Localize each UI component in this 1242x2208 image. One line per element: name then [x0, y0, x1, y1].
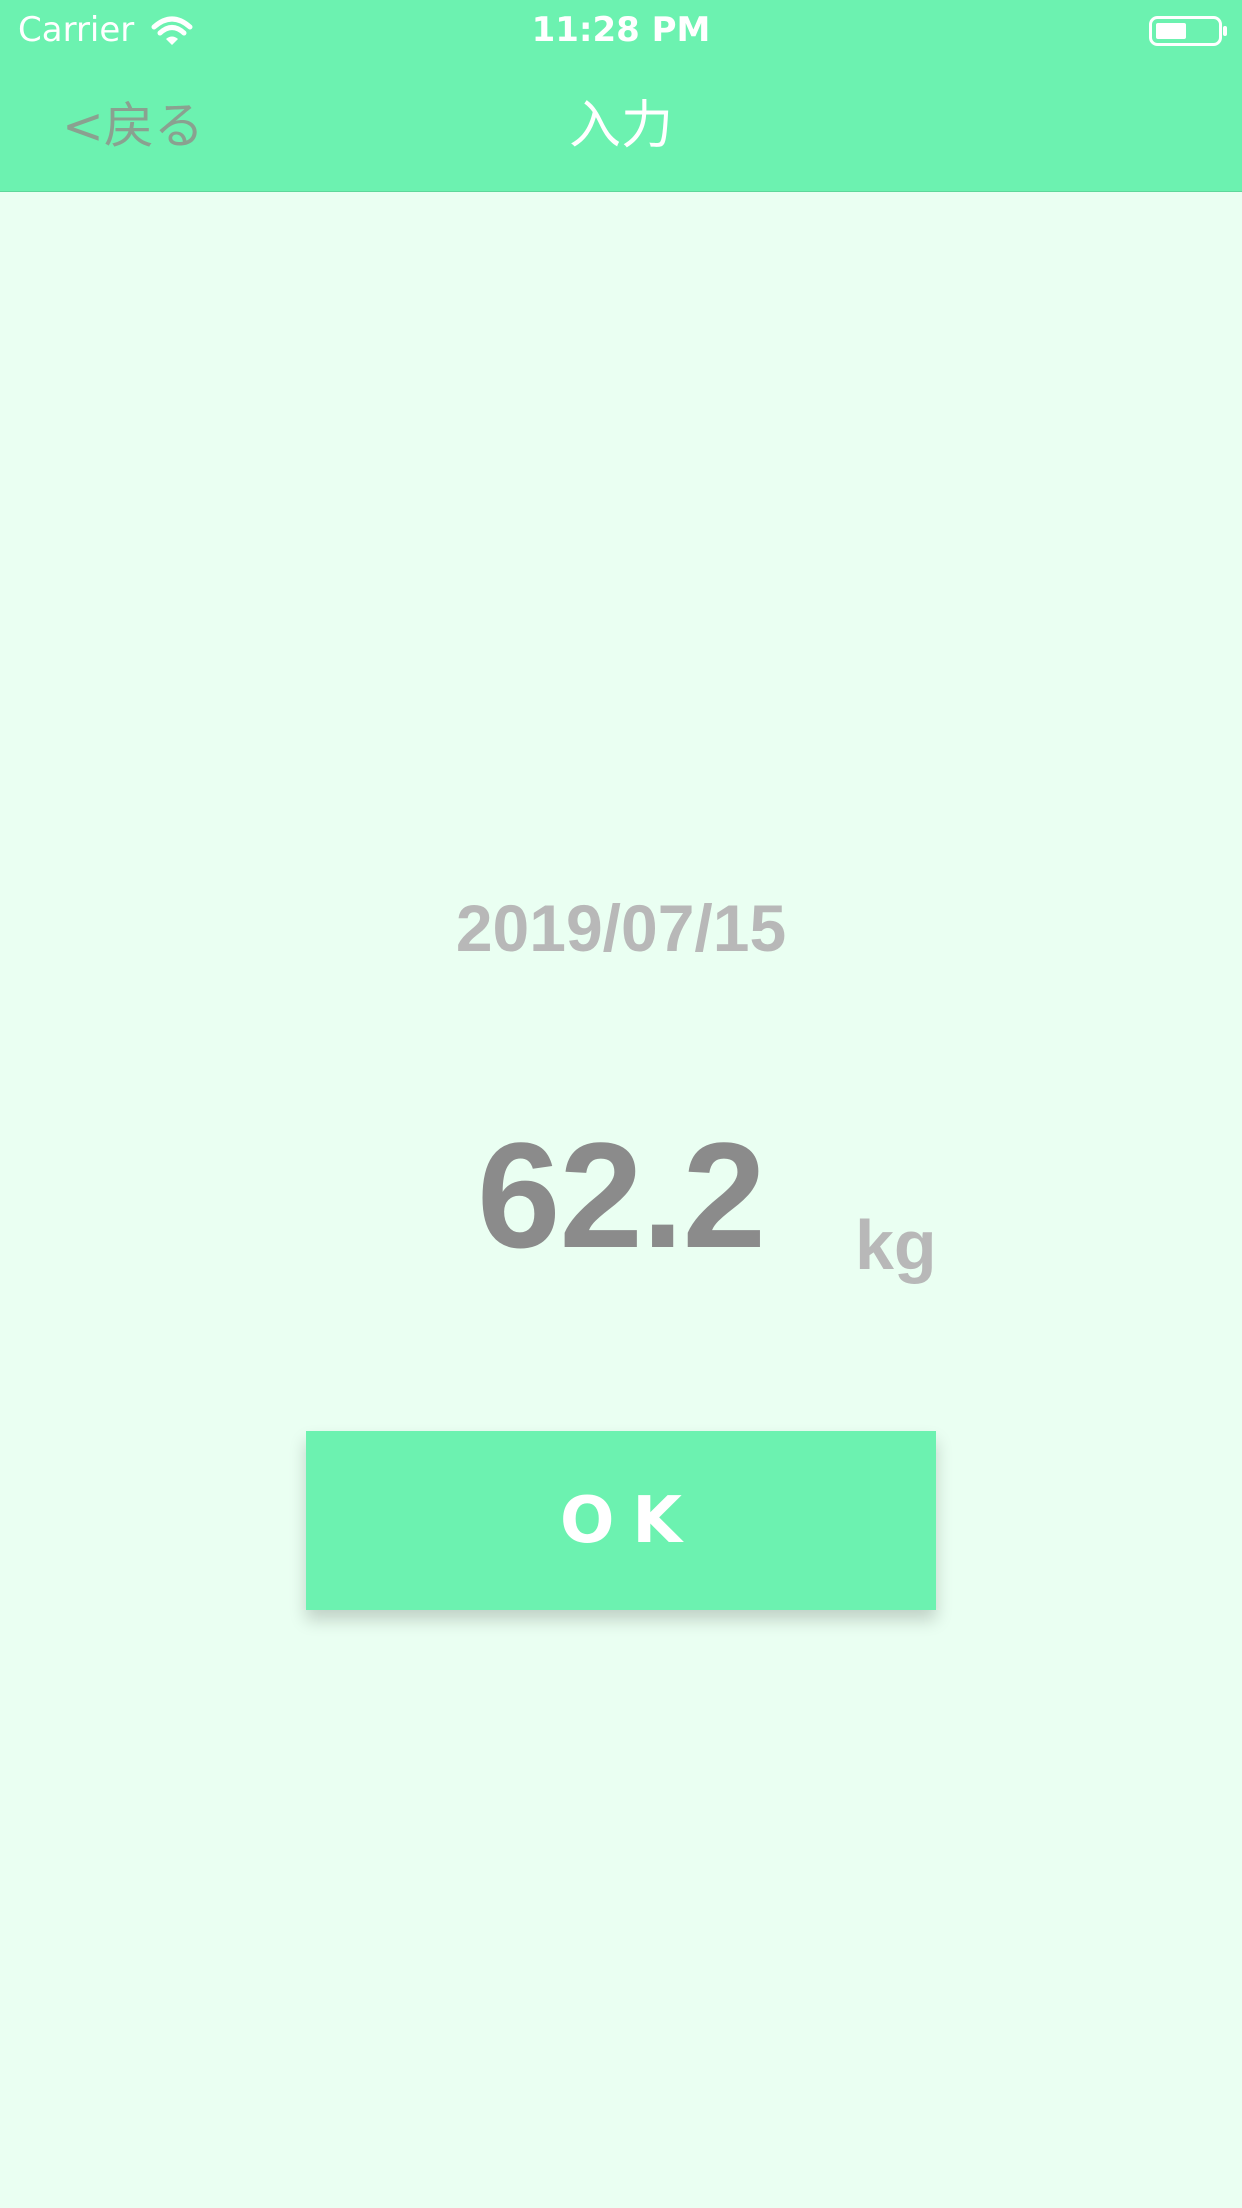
- status-bar: Carrier 11:28 PM: [0, 0, 1242, 62]
- ok-button[interactable]: OK: [306, 1431, 936, 1610]
- page-title: 入力: [568, 96, 673, 156]
- battery-icon: [1149, 16, 1229, 46]
- weight-unit-label: kg: [855, 1206, 937, 1284]
- carrier-label: Carrier: [18, 10, 135, 50]
- status-time: 11:28 PM: [531, 10, 711, 50]
- navigation-header: Carrier 11:28 PM <戻る 入力: [0, 0, 1242, 192]
- wifi-icon: [150, 14, 194, 48]
- entry-date[interactable]: 2019/07/15: [321, 888, 921, 968]
- ok-button-label: OK: [560, 1483, 700, 1558]
- back-button[interactable]: <戻る: [62, 96, 204, 156]
- weight-value[interactable]: 62.2: [421, 1110, 821, 1280]
